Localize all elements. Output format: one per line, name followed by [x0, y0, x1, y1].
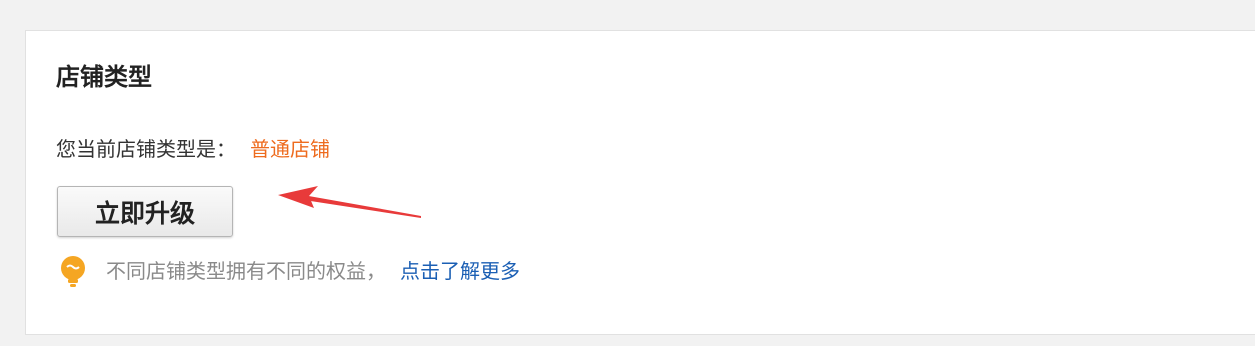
- current-store-type-label: 您当前店铺类型是：: [56, 137, 236, 161]
- lightbulb-tip: [70, 284, 76, 287]
- tip-row: 不同店铺类型拥有不同的权益， 点击了解更多: [106, 256, 520, 286]
- upgrade-now-button[interactable]: 立即升级: [57, 186, 233, 237]
- current-store-type-row: 您当前店铺类型是： 普通店铺: [56, 134, 330, 164]
- learn-more-link[interactable]: 点击了解更多: [400, 259, 520, 283]
- current-store-type-value: 普通店铺: [250, 137, 330, 161]
- lightbulb-icon: [61, 256, 85, 287]
- tip-text: 不同店铺类型拥有不同的权益，: [106, 259, 386, 283]
- arrow-shaft: [303, 195, 421, 218]
- lightbulb-base: [68, 279, 78, 283]
- store-type-card: 店铺类型 您当前店铺类型是： 普通店铺 立即升级 不同店铺类型拥有不同的权益， 点击…: [25, 30, 1255, 335]
- page-title: 店铺类型: [56, 63, 152, 91]
- arrow-left-icon: [278, 186, 421, 218]
